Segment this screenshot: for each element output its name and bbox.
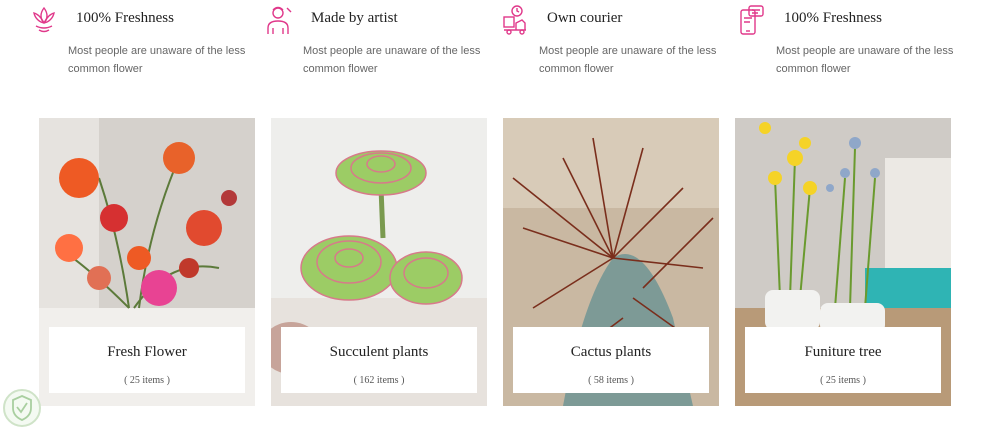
- courier-icon: [503, 5, 526, 35]
- feature-title: 100% Freshness: [784, 10, 882, 26]
- artist-icon: [267, 6, 292, 34]
- category-title[interactable]: Fresh Flower: [49, 344, 245, 361]
- feature-desc: Most people are unaware of the less comm…: [303, 45, 481, 75]
- feature-desc: Most people are unaware of the less comm…: [539, 45, 717, 75]
- category-count: ( 58 items ): [588, 375, 634, 386]
- category-count: ( 25 items ): [124, 375, 170, 386]
- shield-badge-icon[interactable]: [2, 388, 42, 428]
- feature-title: Own courier: [547, 10, 623, 26]
- lotus-icon: [33, 6, 55, 33]
- category-title[interactable]: Cactus plants: [513, 344, 709, 361]
- category-card-succulent[interactable]: Succulent plants ( 162 items ): [271, 118, 487, 406]
- feature-title: Made by artist: [311, 10, 398, 26]
- feature-desc: Most people are unaware of the less comm…: [68, 45, 246, 75]
- category-count: ( 25 items ): [820, 375, 866, 386]
- category-label-box: Cactus plants ( 58 items ): [513, 327, 709, 393]
- category-title[interactable]: Succulent plants: [281, 344, 477, 361]
- category-card-fresh-flower[interactable]: Fresh Flower ( 25 items ): [39, 118, 255, 406]
- phone-chat-icon: [740, 5, 764, 35]
- category-title[interactable]: Funiture tree: [745, 344, 941, 361]
- category-card-furniture-tree[interactable]: Funiture tree ( 25 items ): [735, 118, 951, 406]
- category-label-box: Fresh Flower ( 25 items ): [49, 327, 245, 393]
- category-label-box: Funiture tree ( 25 items ): [745, 327, 941, 393]
- feature-title: 100% Freshness: [76, 10, 174, 26]
- feature-desc: Most people are unaware of the less comm…: [776, 45, 954, 75]
- category-card-cactus[interactable]: Cactus plants ( 58 items ): [503, 118, 719, 406]
- category-count: ( 162 items ): [353, 375, 405, 386]
- category-label-box: Succulent plants ( 162 items ): [281, 327, 477, 393]
